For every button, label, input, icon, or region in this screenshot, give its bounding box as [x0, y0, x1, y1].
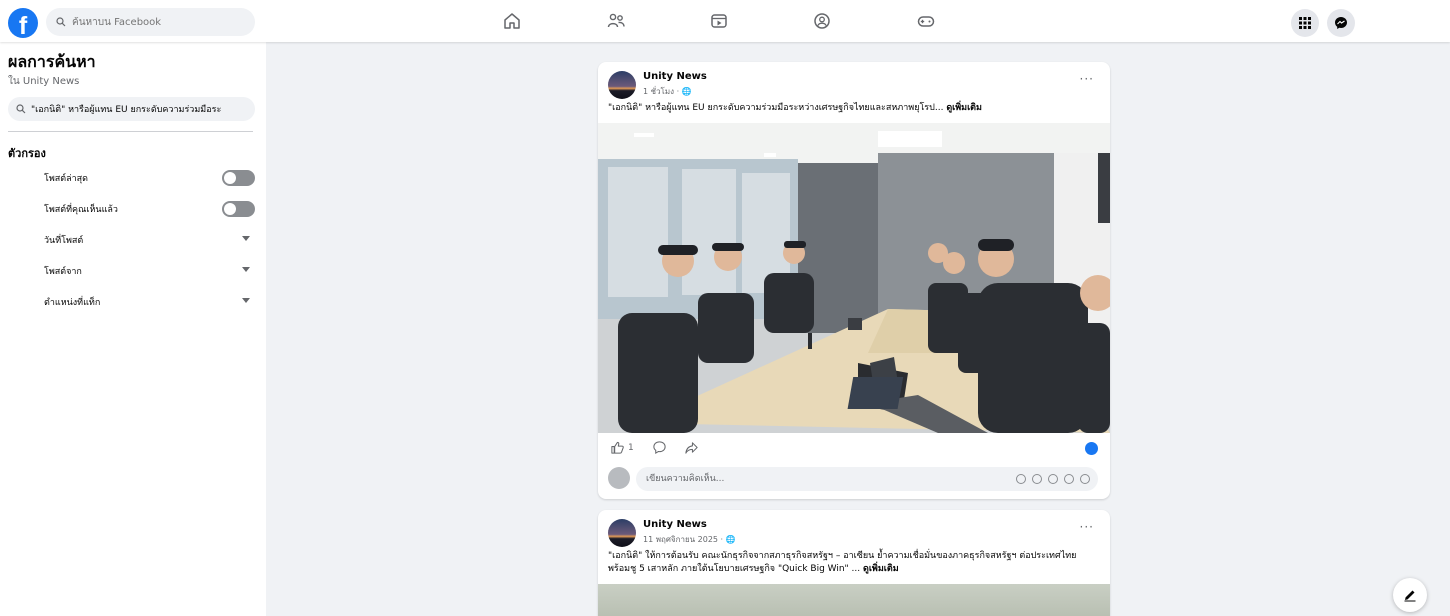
filter-label: โพสต์จาก	[44, 266, 82, 277]
post-body: "เอกนิติ" ให้การต้อนรับ คณะนักธุรกิจจากส…	[608, 551, 1077, 574]
caret-down-icon	[242, 298, 250, 303]
gif-icon[interactable]	[1064, 474, 1074, 484]
friends-icon[interactable]	[604, 9, 628, 33]
post-text: "เอกนิติ" หารือผู้แทน EU ยกระดับความร่วม…	[598, 100, 1110, 115]
compose-icon	[1404, 590, 1416, 602]
messenger-button[interactable]	[1327, 9, 1355, 37]
filter-toggle[interactable]	[222, 170, 255, 186]
comment-icon	[653, 441, 666, 455]
post-card: Unity News 1 ชั่วโมง · 🌐 ··· "เอกนิติ" ห…	[598, 62, 1110, 499]
comment-tools	[1016, 467, 1090, 491]
post-card: Unity News 11 พฤศจิกายน 2025 · 🌐 ··· "เอ…	[598, 510, 1110, 616]
page-search-box[interactable]	[8, 97, 255, 121]
new-message-button[interactable]	[1393, 578, 1427, 612]
facebook-search-box[interactable]	[46, 8, 255, 36]
filter-seen-posts[interactable]: โพสต์ที่คุณเห็นแล้ว	[8, 193, 258, 224]
comment-placeholder: เขียนความคิดเห็น...	[646, 474, 725, 484]
facebook-search-input[interactable]	[72, 16, 242, 28]
meeting-room-photo	[598, 123, 1110, 433]
see-more-link[interactable]: ดูเพิ่มเติม	[863, 564, 899, 574]
search-icon	[16, 104, 26, 114]
filter-date-posted[interactable]: วันที่โพสต์	[8, 224, 258, 255]
user-avatar[interactable]	[608, 467, 630, 489]
post-actions: 1	[598, 433, 1110, 463]
sticker-icon[interactable]	[1080, 474, 1090, 484]
post-photo[interactable]	[598, 123, 1110, 433]
sidebar-divider	[8, 131, 253, 132]
grid-icon	[1299, 17, 1311, 29]
search-icon	[56, 17, 66, 27]
post-header: Unity News 11 พฤศจิกายน 2025 · 🌐 ···	[598, 510, 1110, 548]
home-icon[interactable]	[500, 9, 524, 33]
comment-button[interactable]	[652, 440, 667, 455]
camera-icon[interactable]	[1048, 474, 1058, 484]
page-name[interactable]: Unity News	[643, 71, 707, 82]
page-avatar[interactable]	[608, 71, 636, 99]
caret-down-icon	[242, 267, 250, 272]
more-options-icon[interactable]: ···	[1080, 520, 1094, 534]
share-icon	[685, 442, 698, 454]
facebook-logo[interactable]: f	[8, 8, 38, 38]
avatar-sticker-icon[interactable]	[1016, 474, 1026, 484]
comment-input[interactable]: เขียนความคิดเห็น...	[636, 467, 1098, 491]
like-button[interactable]: 1	[610, 440, 634, 455]
page-name[interactable]: Unity News	[643, 519, 707, 530]
gaming-icon[interactable]	[914, 9, 938, 33]
post-body: "เอกนิติ" หารือผู้แทน EU ยกระดับความร่วม…	[608, 103, 944, 113]
like-count: 1	[628, 442, 634, 453]
post-meta[interactable]: 11 พฤศจิกายน 2025 · 🌐	[643, 533, 736, 546]
reaction-badge-icon[interactable]	[1085, 442, 1098, 455]
emoji-icon[interactable]	[1032, 474, 1042, 484]
filter-label: ตำแหน่งที่แท็ก	[44, 297, 101, 308]
filter-label: วันที่โพสต์	[44, 235, 84, 246]
groups-icon[interactable]	[810, 9, 834, 33]
filter-label: โพสต์ล่าสุด	[44, 173, 89, 184]
filter-tagged-location[interactable]: ตำแหน่งที่แท็ก	[8, 286, 258, 317]
post-photo[interactable]	[598, 584, 1110, 616]
page-avatar[interactable]	[608, 519, 636, 547]
post-meta[interactable]: 1 ชั่วโมง · 🌐	[643, 85, 692, 98]
search-results-sidebar: ผลการค้นหา ใน Unity News ตัวกรอง โพสต์ล่…	[0, 42, 266, 616]
post-text: "เอกนิติ" ให้การต้อนรับ คณะนักธุรกิจจากส…	[598, 548, 1110, 576]
share-button[interactable]	[684, 440, 699, 455]
caret-down-icon	[242, 236, 250, 241]
top-navigation-bar: f	[0, 0, 1450, 42]
sidebar-title: ผลการค้นหา	[8, 52, 96, 71]
filters-title: ตัวกรอง	[8, 147, 46, 160]
more-options-icon[interactable]: ···	[1080, 72, 1094, 86]
page-search-input[interactable]	[31, 104, 255, 114]
filter-label: โพสต์ที่คุณเห็นแล้ว	[44, 204, 118, 215]
see-more-link[interactable]: ดูเพิ่มเติม	[946, 103, 982, 113]
filter-recent-posts[interactable]: โพสต์ล่าสุด	[8, 162, 258, 193]
sidebar-subtitle: ใน Unity News	[8, 76, 80, 87]
thumbs-up-icon	[611, 441, 624, 454]
filter-toggle[interactable]	[222, 201, 255, 217]
messenger-icon	[1335, 17, 1347, 29]
menu-grid-button[interactable]	[1291, 9, 1319, 37]
filter-posts-from[interactable]: โพสต์จาก	[8, 255, 258, 286]
post-header: Unity News 1 ชั่วโมง · 🌐 ···	[598, 62, 1110, 100]
video-icon[interactable]	[707, 9, 731, 33]
comment-composer: เขียนความคิดเห็น...	[598, 463, 1110, 499]
account-area[interactable]	[1366, 0, 1440, 42]
